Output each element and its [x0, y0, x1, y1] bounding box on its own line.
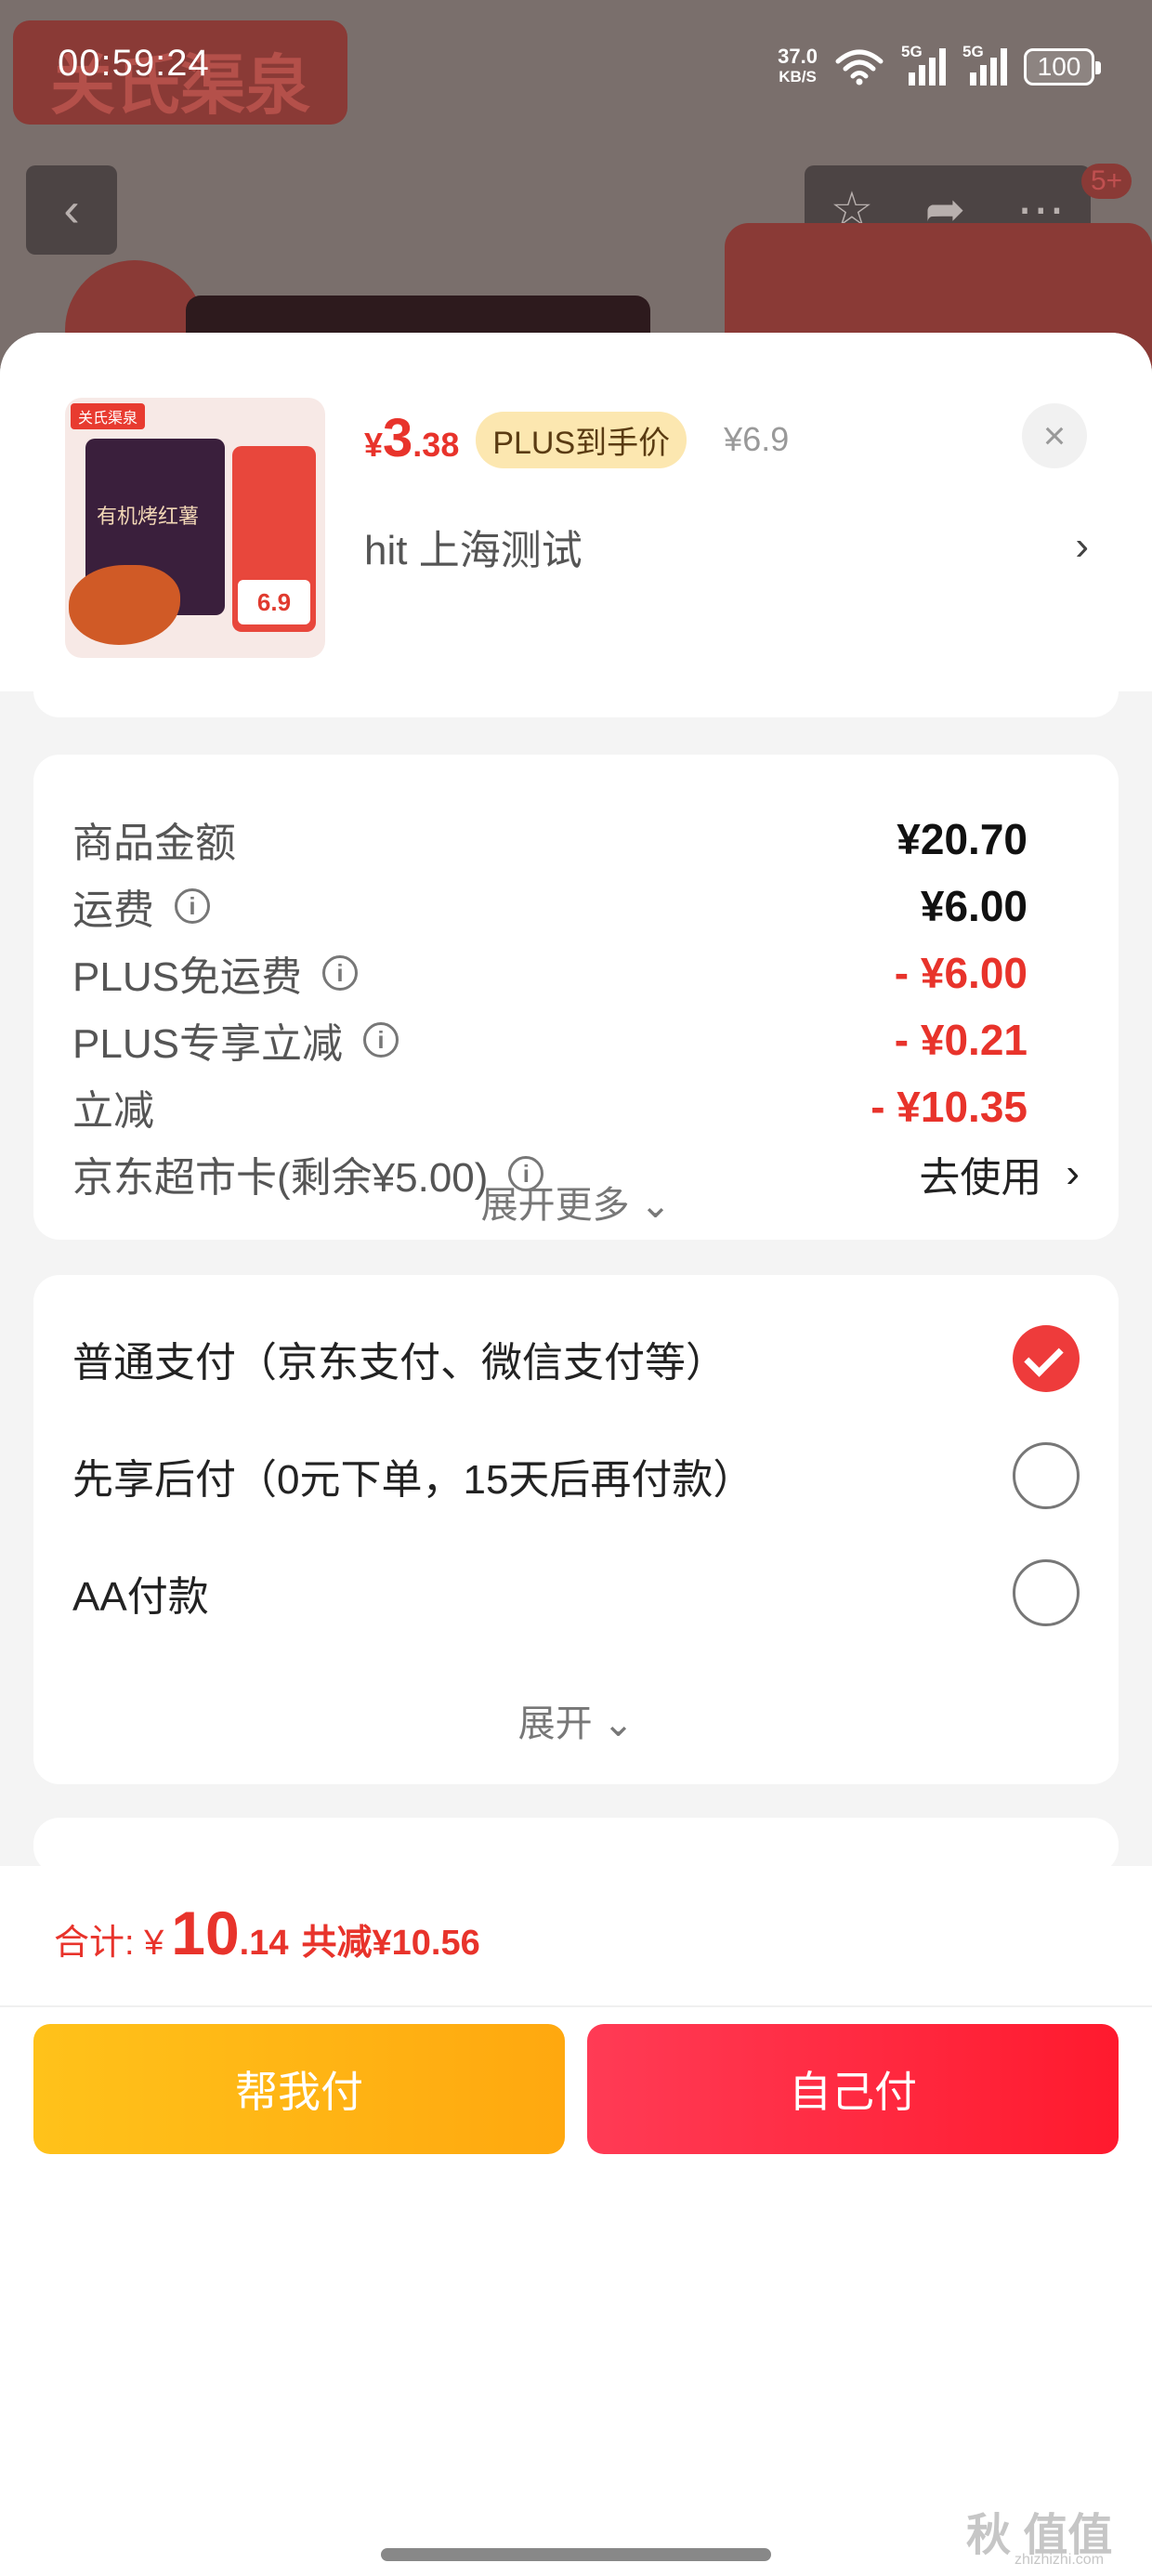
info-icon[interactable]: i	[175, 888, 210, 924]
net-speed-unit: KB/S	[779, 68, 817, 85]
price-currency: ¥	[364, 426, 384, 464]
expand-payment-button[interactable]: 展开 ⌄	[33, 1693, 1119, 1747]
price-row: ¥ 3 .38 PLUS到手价 ¥6.9	[364, 407, 789, 472]
total-integer: 10	[171, 1899, 240, 1967]
plus-price-tag: PLUS到手价	[476, 411, 687, 468]
wifi-icon	[835, 49, 884, 85]
net-speed: 37.0 KB/S	[778, 46, 818, 87]
total-row: 合计: ¥ 10 .14 共减¥10.56	[54, 1898, 480, 1968]
delivery-address: hit 上海测试	[364, 528, 583, 573]
sweet-potato-illustration	[69, 565, 180, 645]
signal-label: 5G	[901, 43, 923, 60]
fee-value: ¥20.70	[897, 815, 1028, 863]
fee-row-instant-discount: 立减 - ¥10.35	[72, 1074, 1028, 1139]
price-decimal: .38	[412, 426, 460, 464]
status-time: 00:59:24	[58, 43, 210, 84]
payment-methods: 普通支付（京东支付、微信支付等） 先享后付（0元下单，15天后再付款） AA付款…	[33, 1275, 1119, 1784]
fee-value: - ¥0.21	[894, 1016, 1028, 1064]
total-decimal: .14	[239, 1924, 289, 1963]
fee-value: ¥6.00	[920, 882, 1028, 930]
expand-payment-label: 展开	[517, 1703, 593, 1744]
help-me-pay-button[interactable]: 帮我付	[33, 2024, 565, 2154]
battery-icon: 100	[1024, 48, 1101, 85]
divider	[0, 2005, 1152, 2007]
original-price: ¥6.9	[724, 420, 790, 458]
expand-more-button[interactable]: 展开更多 ⌄	[33, 1175, 1119, 1229]
background-page: 关氏渠泉 00:59:24 37.0 KB/S 5G 5G 100 ‹ ☆ ➦ …	[0, 0, 1152, 372]
chevron-down-icon: ⌄	[639, 1185, 672, 1226]
product-summary: 关氏渠泉 有机烤红薯 6.9 ¥ 3 .38 PLUS到手价 ¥6.9 × hi…	[0, 333, 1152, 691]
payment-option-label: 普通支付（京东支付、微信支付等）	[72, 1340, 727, 1386]
total-label: 合计: ¥	[54, 1924, 164, 1963]
total-discount: 共减¥10.56	[301, 1924, 480, 1963]
fee-row-plus-discount: PLUS专享立减 i - ¥0.21	[72, 1007, 1028, 1072]
product-image-title: 有机烤红薯	[97, 505, 200, 528]
payment-option-label: AA付款	[72, 1574, 209, 1620]
close-icon: ×	[1042, 414, 1067, 457]
payment-option-pay-later[interactable]: 先享后付（0元下单，15天后再付款）	[72, 1439, 1080, 1513]
signal-icon-2: 5G	[962, 43, 1007, 85]
fee-label: 立减	[72, 1088, 154, 1134]
signal-icon: 5G	[901, 43, 946, 85]
checkout-footer: 合计: ¥ 10 .14 共减¥10.56 帮我付 自己付 秋 值值值 zhiz…	[0, 1866, 1152, 2576]
fee-row-plus-free-shipping: PLUS免运费 i - ¥6.00	[72, 940, 1028, 1005]
watermark-url: zhizhizhi.com	[1015, 2552, 1105, 2568]
pay-myself-button[interactable]: 自己付	[587, 2024, 1119, 2154]
fee-row-goods: 商品金额 ¥20.70	[72, 807, 1028, 872]
fee-label: PLUS专享立减	[72, 1021, 343, 1067]
close-button[interactable]: ×	[1022, 403, 1087, 468]
fee-row-shipping: 运费 i ¥6.00	[72, 874, 1028, 939]
status-indicators: 37.0 KB/S 5G 5G 100	[778, 43, 1101, 91]
message-badge: 5+	[1081, 164, 1132, 199]
fee-breakdown: 商品金额 ¥20.70 运费 i ¥6.00 PLUS免运费 i - ¥6.00…	[33, 755, 1119, 1240]
next-section-peek	[33, 1818, 1119, 1873]
fee-value: - ¥10.35	[871, 1083, 1028, 1131]
fee-label: 商品金额	[72, 821, 236, 866]
address-row[interactable]: hit 上海测试 ›	[364, 509, 1089, 584]
product-image-tag: 关氏渠泉	[71, 403, 146, 429]
payment-option-label: 先享后付（0元下单，15天后再付款）	[72, 1457, 754, 1503]
payment-option-aa[interactable]: AA付款	[72, 1556, 1080, 1630]
info-icon[interactable]: i	[362, 1022, 399, 1058]
expand-more-label: 展开更多	[480, 1185, 630, 1226]
price-integer: 3	[383, 408, 413, 468]
radio-unchecked-icon[interactable]	[1013, 1442, 1080, 1509]
chevron-down-icon: ⌄	[602, 1703, 635, 1744]
section-stub	[33, 686, 1119, 717]
home-indicator[interactable]	[381, 2548, 771, 2561]
signal-label-2: 5G	[962, 43, 984, 60]
fee-value: - ¥6.00	[894, 949, 1028, 997]
chevron-right-icon: ›	[1075, 523, 1089, 569]
back-icon[interactable]: ‹	[26, 165, 117, 255]
payment-option-normal[interactable]: 普通支付（京东支付、微信支付等）	[72, 1321, 1080, 1396]
fee-label: PLUS免运费	[72, 954, 302, 1000]
net-speed-value: 37.0	[778, 45, 818, 68]
product-image: 关氏渠泉 有机烤红薯 6.9	[65, 398, 325, 658]
radio-unchecked-icon[interactable]	[1013, 1559, 1080, 1626]
fee-label: 运费	[72, 887, 154, 933]
product-image-price: 6.9	[238, 580, 310, 624]
info-icon[interactable]: i	[321, 955, 358, 991]
radio-checked-icon[interactable]	[1013, 1325, 1080, 1392]
